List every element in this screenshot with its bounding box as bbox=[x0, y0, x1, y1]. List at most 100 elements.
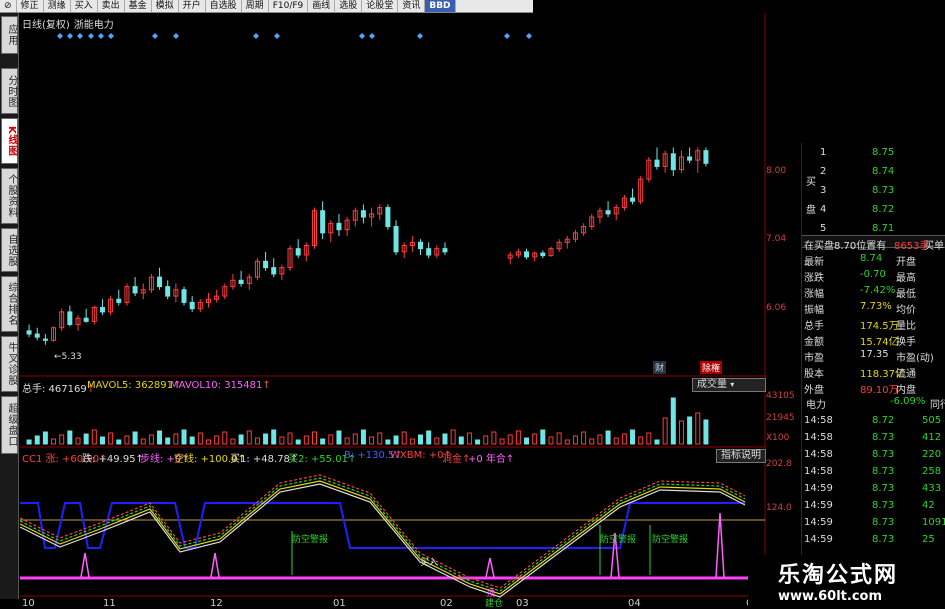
stat-key-5: 金额 bbox=[804, 337, 824, 348]
ind-axis-2: 124.0 bbox=[766, 503, 792, 513]
stat-val-8: 89.10万 bbox=[860, 385, 899, 396]
vol-bar-68 bbox=[581, 431, 587, 445]
tick-price-6: 8.73 bbox=[872, 517, 895, 528]
toolbar-item-0[interactable]: ⊘ bbox=[0, 0, 17, 12]
vol-bar-64 bbox=[548, 436, 554, 445]
vol-bar-2 bbox=[42, 431, 48, 445]
stat-key2-2: 最低 bbox=[896, 289, 916, 300]
date-label-0: 10 bbox=[22, 598, 35, 609]
vol-ma5-value: MAVOL5: 362891 bbox=[87, 380, 174, 391]
side-tab-2[interactable]: K线图 bbox=[1, 118, 18, 164]
toolbar-item-3[interactable]: 买入 bbox=[71, 0, 98, 12]
candle-body-9 bbox=[99, 306, 105, 313]
vol-bar-8 bbox=[91, 429, 97, 445]
side-tab-3[interactable]: 个股资料 bbox=[1, 168, 18, 224]
tick-vol-4: 433 bbox=[922, 483, 942, 494]
book-level-4: 5 bbox=[820, 223, 827, 234]
candle-body-63 bbox=[540, 252, 546, 257]
volume-button[interactable]: 成交量 ▾ bbox=[692, 378, 766, 392]
vol-bar-78 bbox=[662, 417, 668, 445]
tag-exright[interactable]: 除権 bbox=[700, 361, 723, 374]
book-price-0: 8.75 bbox=[872, 147, 895, 158]
signal-diamond-13 bbox=[504, 33, 510, 39]
date-label-5: 03 bbox=[516, 598, 529, 609]
vol-bar-71 bbox=[605, 430, 611, 445]
toolbar-item-4[interactable]: 卖出 bbox=[98, 0, 125, 12]
ind-spike-0 bbox=[80, 552, 90, 578]
vol-ma5: MAVOL5: 362891↑ bbox=[87, 380, 182, 391]
annotation-alert-3: 防空警报 bbox=[652, 535, 689, 545]
vol-bar-6 bbox=[75, 437, 81, 445]
stat-key-1: 涨跌 bbox=[804, 273, 824, 284]
side-tab-6[interactable]: 牛叉诊股 bbox=[1, 336, 18, 392]
candle-body-7 bbox=[83, 317, 89, 322]
candle-body-0 bbox=[26, 330, 32, 335]
toolbar-item-13[interactable]: 论股堂 bbox=[362, 0, 399, 12]
stat-val-0: 8.74 bbox=[860, 253, 883, 264]
signal-diamond-12 bbox=[417, 33, 423, 39]
price-tick-7: 7.04 bbox=[766, 234, 787, 244]
toolbar-item-15[interactable]: BBD bbox=[425, 0, 456, 12]
vol-ma10-value: MAVOL10: 315481 bbox=[170, 380, 263, 391]
stat-key2-0: 开盘 bbox=[896, 257, 916, 268]
toolbar-item-9[interactable]: 周期 bbox=[242, 0, 269, 12]
vol-bar-50 bbox=[434, 437, 440, 445]
candle-body-17 bbox=[165, 286, 171, 297]
low-price-label: ←5.33 bbox=[54, 352, 82, 362]
stat-key-0: 最新 bbox=[804, 257, 824, 268]
vol-bar-44 bbox=[385, 439, 391, 445]
date-label-2: 12 bbox=[210, 598, 223, 609]
tick-time-0: 14:58 bbox=[804, 415, 833, 426]
bar-text: 在买盘8.70位置有 bbox=[804, 241, 887, 252]
vol-bar-65 bbox=[556, 432, 562, 445]
vol-bar-47 bbox=[409, 438, 415, 445]
stat-key2-3: 均价 bbox=[896, 305, 916, 316]
stat-key2-1: 最高 bbox=[896, 273, 916, 284]
side-tab-5[interactable]: 综合排名 bbox=[1, 276, 18, 332]
signal-diamond-14 bbox=[526, 33, 532, 39]
toolbar-item-7[interactable]: 开户 bbox=[179, 0, 206, 12]
toolbar-item-14[interactable]: 资讯 bbox=[398, 0, 426, 12]
toolbar-item-11[interactable]: 画线 bbox=[308, 0, 336, 12]
ind-spike-1 bbox=[210, 552, 220, 578]
quote-panel: 1 8.75 2 8.74 3 8.73 4 8.72 5 8.71 买盘在买盘8.70位置有 865… bbox=[801, 143, 945, 609]
ind-wave-3 bbox=[20, 483, 746, 598]
tag-finance[interactable]: 财 bbox=[653, 361, 667, 374]
vol-bar-66 bbox=[564, 439, 570, 445]
candle-body-2 bbox=[42, 338, 48, 341]
vol-bar-41 bbox=[360, 429, 366, 445]
candle-body-5 bbox=[67, 311, 73, 326]
book-price-1: 8.74 bbox=[872, 166, 895, 177]
tick-time-2: 14:58 bbox=[804, 449, 833, 460]
toolbar-item-5[interactable]: 基金 bbox=[125, 0, 152, 12]
stat-key2-6: 市盈(动) bbox=[896, 353, 934, 364]
signal-diamond-9 bbox=[274, 33, 280, 39]
side-tab-0[interactable]: 应用 bbox=[1, 16, 18, 54]
stat-val-6: 17.35 bbox=[860, 349, 889, 360]
indicator-help-button[interactable]: 指标说明 bbox=[716, 449, 766, 463]
vol-bar-58 bbox=[499, 438, 505, 445]
annotation-buy: 买入 bbox=[420, 558, 439, 568]
candle-body-1 bbox=[34, 333, 40, 338]
vol-bar-56 bbox=[483, 435, 489, 445]
book-price-2: 8.73 bbox=[872, 185, 895, 196]
stat-key-8: 外盘 bbox=[804, 385, 824, 396]
top-toolbar: ⊘ 修正 测缘 买入 卖出 基金 模拟 开户 自选股 周期 F10/F9 画线 选股 论股堂 资讯 BBD bbox=[0, 0, 533, 13]
toolbar-item-8[interactable]: 自选股 bbox=[206, 0, 242, 12]
toolbar-item-2[interactable]: 测缘 bbox=[44, 0, 71, 12]
toolbar-item-10[interactable]: F10/F9 bbox=[269, 0, 309, 12]
side-tab-4[interactable]: 自选股 bbox=[1, 228, 18, 272]
vol-bar-52 bbox=[450, 429, 456, 445]
side-tab-1[interactable]: 分时图 bbox=[1, 68, 18, 114]
vol-bar-57 bbox=[491, 431, 497, 445]
vol-bar-33 bbox=[295, 439, 301, 445]
candle-body-71 bbox=[605, 210, 611, 215]
toolbar-item-1[interactable]: 修正 bbox=[17, 0, 44, 12]
volume-button-label: 成交量 bbox=[697, 379, 727, 390]
toolbar-item-6[interactable]: 模拟 bbox=[152, 0, 179, 12]
vol-bar-76 bbox=[646, 432, 652, 445]
kline-chart[interactable] bbox=[20, 13, 801, 609]
toolbar-item-12[interactable]: 选股 bbox=[335, 0, 363, 12]
sector-tab: 同行 bbox=[930, 400, 945, 411]
side-tab-7[interactable]: 超级盘口 bbox=[1, 396, 18, 454]
